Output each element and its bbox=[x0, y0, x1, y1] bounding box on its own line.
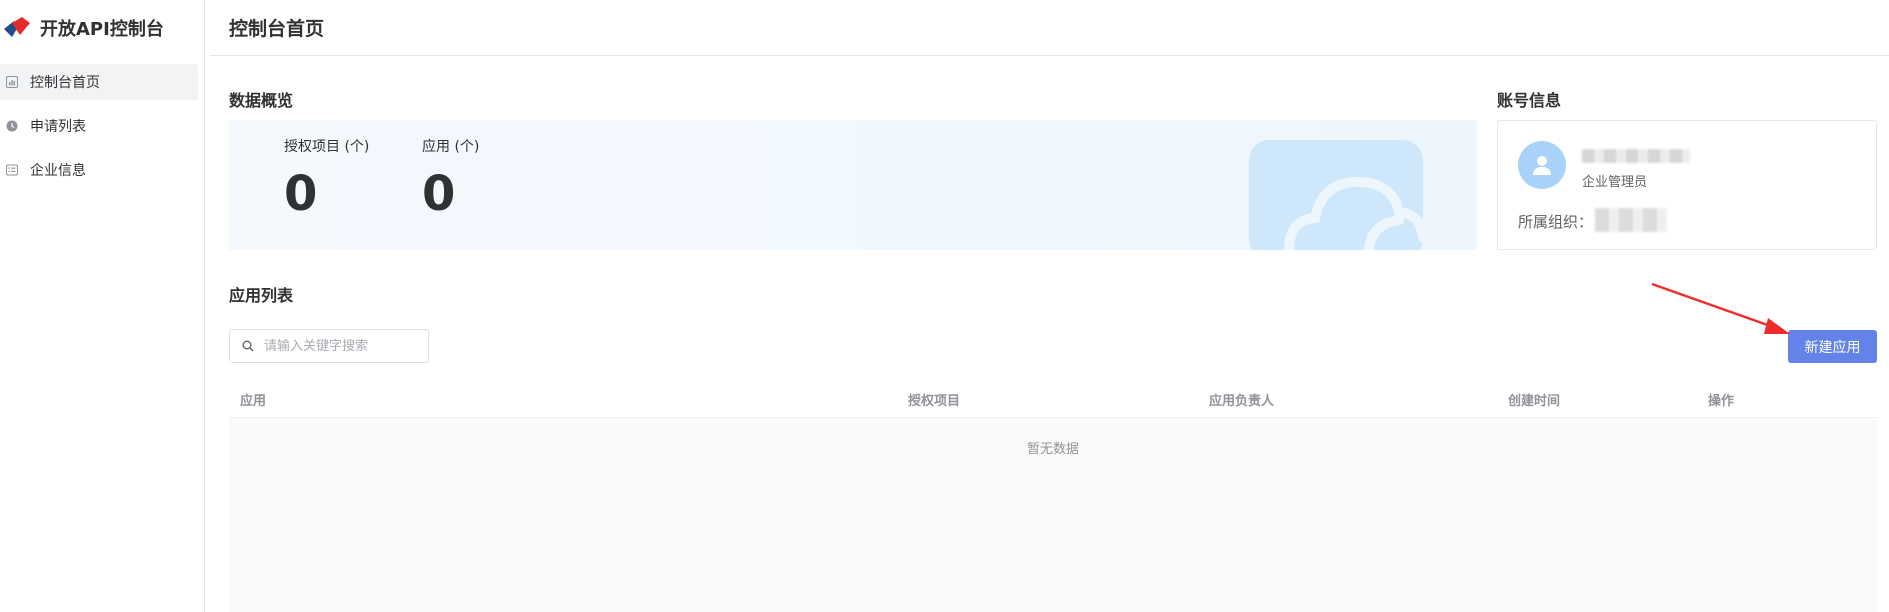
user-icon bbox=[1533, 156, 1551, 175]
sidebar-item-label: 控制台首页 bbox=[30, 75, 100, 91]
page-header: 控制台首页 bbox=[210, 0, 1889, 56]
sidebar-item-dashboard[interactable]: 控制台首页 bbox=[0, 64, 198, 100]
stat-authorized-projects: 授权项目 (个) 0 bbox=[284, 136, 369, 218]
column-header-app: 应用 bbox=[240, 394, 267, 409]
table-body: 暂无数据 bbox=[229, 418, 1877, 612]
app-window: 开放API控制台 控制台首页 申请列表 企业信息 控制台首页 数据概览 授权项目… bbox=[0, 0, 1889, 612]
overview-title: 数据概览 bbox=[229, 91, 294, 110]
main-content: 控制台首页 数据概览 授权项目 (个) 0 应用 (个) 0 账号信息 企业管理… bbox=[210, 0, 1889, 612]
cloud-illustration-icon bbox=[1249, 140, 1423, 250]
sidebar-nav: 控制台首页 申请列表 企业信息 bbox=[0, 64, 198, 196]
page-title: 控制台首页 bbox=[229, 18, 325, 40]
stat-applications: 应用 (个) 0 bbox=[422, 136, 479, 218]
stat-value: 0 bbox=[422, 166, 456, 222]
clock-icon bbox=[6, 120, 18, 132]
column-header-actions: 操作 bbox=[1708, 394, 1735, 409]
bar-chart-icon bbox=[6, 76, 18, 88]
account-card: 企业管理员 所属组织： bbox=[1497, 120, 1877, 250]
avatar bbox=[1518, 141, 1566, 189]
stat-label: 授权项目 (个) bbox=[284, 139, 370, 155]
annotation-arrow-icon bbox=[1651, 282, 1790, 334]
column-header-authorized-projects: 授权项目 bbox=[908, 394, 961, 409]
table-header: 应用 授权项目 应用负责人 创建时间 操作 bbox=[229, 380, 1877, 418]
search-icon bbox=[242, 340, 254, 352]
sidebar-item-applications[interactable]: 申请列表 bbox=[0, 108, 198, 144]
org-label: 所属组织： bbox=[1518, 213, 1594, 231]
sidebar-item-label: 企业信息 bbox=[30, 163, 86, 179]
brand[interactable]: 开放API控制台 bbox=[2, 12, 164, 44]
sidebar-item-company-info[interactable]: 企业信息 bbox=[0, 152, 198, 188]
application-table: 应用 授权项目 应用负责人 创建时间 操作 暂无数据 bbox=[229, 380, 1877, 612]
account-title: 账号信息 bbox=[1497, 91, 1562, 110]
stat-label: 应用 (个) bbox=[422, 139, 480, 155]
new-application-button[interactable]: 新建应用 bbox=[1788, 330, 1877, 363]
list-icon bbox=[6, 164, 18, 176]
column-header-created-time: 创建时间 bbox=[1508, 394, 1561, 409]
stat-value: 0 bbox=[284, 166, 318, 222]
sidebar-item-label: 申请列表 bbox=[30, 119, 86, 135]
empty-state-text: 暂无数据 bbox=[1026, 442, 1079, 457]
brand-logo-icon bbox=[4, 17, 30, 37]
search-box[interactable] bbox=[229, 329, 429, 363]
search-input[interactable] bbox=[264, 338, 414, 354]
sidebar: 开放API控制台 控制台首页 申请列表 企业信息 bbox=[0, 0, 205, 612]
brand-title: 开放API控制台 bbox=[40, 19, 164, 40]
user-role: 企业管理员 bbox=[1582, 175, 1648, 190]
overview-card: 授权项目 (个) 0 应用 (个) 0 bbox=[229, 120, 1477, 250]
app-list-title: 应用列表 bbox=[229, 286, 294, 305]
column-header-owner: 应用负责人 bbox=[1209, 394, 1275, 409]
user-name-redacted bbox=[1582, 149, 1690, 163]
org-name-redacted bbox=[1595, 208, 1667, 232]
